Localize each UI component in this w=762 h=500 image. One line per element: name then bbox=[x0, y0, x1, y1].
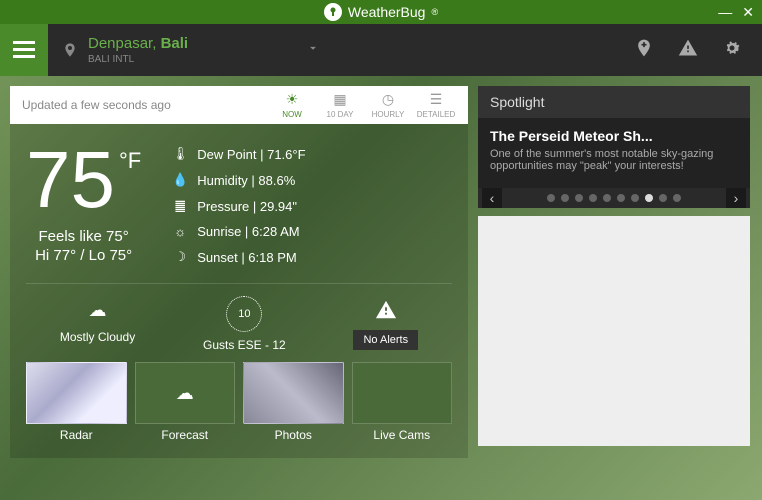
location-selector[interactable]: Denpasar, Bali BALI INTL bbox=[48, 35, 634, 65]
radar-thumbnail bbox=[26, 362, 127, 424]
alert-icon bbox=[372, 296, 400, 324]
carousel-dot[interactable] bbox=[617, 194, 625, 202]
feels-like: Feels like 75° bbox=[26, 228, 141, 245]
spotlight-nav: ‹ › bbox=[478, 188, 750, 208]
tab-10day[interactable]: ▦ 10 DAY bbox=[320, 91, 360, 119]
cloudy-icon: ☁ bbox=[84, 296, 112, 324]
pressure-icon: ䷀ bbox=[171, 198, 189, 214]
clock-icon: ◷ bbox=[382, 91, 394, 108]
wind-compass-icon: 10 bbox=[226, 296, 262, 332]
spotlight-prev[interactable]: ‹ bbox=[482, 188, 502, 208]
carousel-dot[interactable] bbox=[561, 194, 569, 202]
thumb-forecast[interactable]: ☁ Forecast bbox=[135, 362, 236, 442]
photos-thumbnail bbox=[243, 362, 344, 424]
livecams-thumbnail bbox=[352, 362, 453, 424]
spotlight-panel: Spotlight The Perseid Meteor Sh... One o… bbox=[478, 86, 750, 208]
content: Updated a few seconds ago ☀ NOW ▦ 10 DAY… bbox=[0, 76, 762, 468]
detail-dewpoint: 🌡Dew Point | 71.6°F bbox=[171, 146, 305, 162]
sun-icon: ☀ bbox=[286, 91, 299, 108]
temperature-value: 75 bbox=[26, 140, 115, 220]
update-bar: Updated a few seconds ago ☀ NOW ▦ 10 DAY… bbox=[10, 86, 468, 124]
detail-pressure: ䷀Pressure | 29.94" bbox=[171, 198, 305, 214]
settings-gear-icon[interactable] bbox=[722, 38, 742, 63]
calendar-icon: ▦ bbox=[333, 91, 346, 108]
updated-text: Updated a few seconds ago bbox=[22, 98, 171, 112]
thumb-photos[interactable]: Photos bbox=[243, 362, 344, 442]
left-column: Updated a few seconds ago ☀ NOW ▦ 10 DAY… bbox=[10, 86, 468, 458]
carousel-dot[interactable] bbox=[645, 194, 653, 202]
title-bar: WeatherBug ® — ✕ bbox=[0, 0, 762, 24]
sunset-icon: ☽ bbox=[171, 249, 189, 265]
location-region: Bali bbox=[161, 35, 189, 52]
minimize-button[interactable]: — bbox=[718, 4, 732, 21]
tab-detailed[interactable]: ☰ DETAILED bbox=[416, 91, 456, 119]
location-city: Denpasar, bbox=[88, 35, 156, 52]
location-pin-icon bbox=[62, 39, 78, 61]
forecast-thumbnail: ☁ bbox=[135, 362, 236, 424]
carousel-dot[interactable] bbox=[575, 194, 583, 202]
location-station: BALI INTL bbox=[88, 54, 188, 65]
add-location-icon[interactable] bbox=[634, 38, 654, 63]
right-column: Spotlight The Perseid Meteor Sh... One o… bbox=[478, 86, 750, 458]
chevron-down-icon bbox=[306, 41, 320, 60]
menu-button[interactable] bbox=[0, 24, 48, 76]
sunrise-icon: ☼ bbox=[171, 224, 189, 239]
carousel-dot[interactable] bbox=[631, 194, 639, 202]
spotlight-next[interactable]: › bbox=[726, 188, 746, 208]
view-tabs: ☀ NOW ▦ 10 DAY ◷ HOURLY ☰ DETAILED bbox=[272, 91, 456, 119]
mid-row: ☁ Mostly Cloudy 10 Gusts ESE - 12 No Ale… bbox=[26, 283, 452, 352]
spotlight-title: The Perseid Meteor Sh... bbox=[490, 128, 738, 144]
brand-icon bbox=[324, 3, 342, 21]
temperature-block: 75 °F Feels like 75° Hi 77° / Lo 75° bbox=[26, 140, 141, 265]
tab-hourly[interactable]: ◷ HOURLY bbox=[368, 91, 408, 119]
list-icon: ☰ bbox=[430, 91, 443, 108]
brand-name: WeatherBug bbox=[348, 4, 426, 20]
close-button[interactable]: ✕ bbox=[742, 4, 754, 21]
brand-reg: ® bbox=[431, 7, 438, 17]
temperature-unit: °F bbox=[119, 150, 141, 220]
thumb-row: Radar ☁ Forecast Photos Live Cams bbox=[26, 362, 452, 442]
thermometer-icon: 🌡 bbox=[171, 146, 189, 162]
droplet-icon: 💧 bbox=[171, 172, 189, 188]
ad-placeholder bbox=[478, 216, 750, 446]
hi-lo: Hi 77° / Lo 75° bbox=[26, 247, 141, 264]
window-controls: — ✕ bbox=[718, 4, 754, 21]
thumb-radar[interactable]: Radar bbox=[26, 362, 127, 442]
weather-card: 75 °F Feels like 75° Hi 77° / Lo 75° 🌡De… bbox=[10, 124, 468, 458]
spotlight-body[interactable]: The Perseid Meteor Sh... One of the summ… bbox=[478, 118, 750, 188]
carousel-dot[interactable] bbox=[659, 194, 667, 202]
carousel-dot[interactable] bbox=[673, 194, 681, 202]
weather-details: 🌡Dew Point | 71.6°F 💧Humidity | 88.6% ䷀P… bbox=[171, 146, 305, 265]
brand: WeatherBug ® bbox=[324, 3, 438, 21]
alert-triangle-icon[interactable] bbox=[678, 38, 698, 63]
carousel-dot[interactable] bbox=[589, 194, 597, 202]
carousel-dot[interactable] bbox=[547, 194, 555, 202]
spotlight-desc: One of the summer's most notable sky-gaz… bbox=[490, 148, 738, 172]
location-text: Denpasar, Bali BALI INTL bbox=[88, 35, 188, 65]
carousel-dot[interactable] bbox=[603, 194, 611, 202]
alerts-item[interactable]: No Alerts bbox=[353, 296, 418, 352]
navbar: Denpasar, Bali BALI INTL bbox=[0, 24, 762, 76]
detail-sunset: ☽Sunset | 6:18 PM bbox=[171, 249, 305, 265]
thumb-livecams[interactable]: Live Cams bbox=[352, 362, 453, 442]
spotlight-header: Spotlight bbox=[478, 86, 750, 118]
detail-humidity: 💧Humidity | 88.6% bbox=[171, 172, 305, 188]
tab-now[interactable]: ☀ NOW bbox=[272, 91, 312, 119]
condition-item: ☁ Mostly Cloudy bbox=[60, 296, 135, 352]
wind-item: 10 Gusts ESE - 12 bbox=[203, 296, 286, 352]
detail-sunrise: ☼Sunrise | 6:28 AM bbox=[171, 224, 305, 239]
nav-icons bbox=[634, 38, 762, 63]
